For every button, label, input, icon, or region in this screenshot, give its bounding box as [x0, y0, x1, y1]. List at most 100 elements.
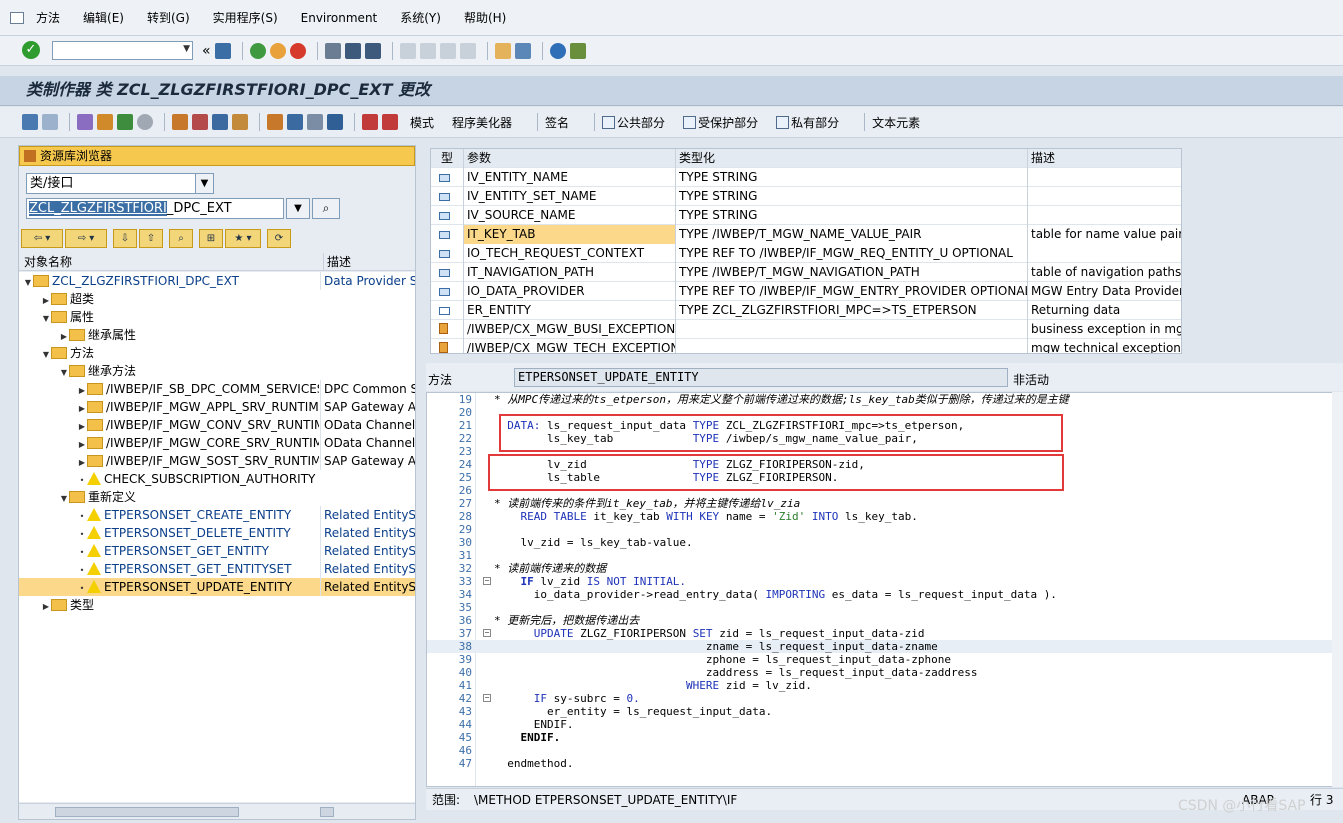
menu-environment[interactable]: Environment	[301, 11, 378, 25]
collapse-icon[interactable]: «	[202, 43, 211, 59]
tree-row-interface[interactable]: ▶/IWBEP/IF_MGW_CONV_SRV_RUNTIME OData Ch…	[19, 416, 415, 434]
print-icon[interactable]	[324, 43, 341, 59]
find-button[interactable]: ⌕	[169, 228, 193, 248]
command-field[interactable]: ▼	[52, 41, 193, 60]
tree-row-interface[interactable]: ▶/IWBEP/IF_MGW_CORE_SRV_RUNTIME OData Ch…	[19, 434, 415, 452]
session-breakpoint-icon[interactable]	[382, 114, 398, 130]
tree-row-inherited-methods[interactable]: ▼ 继承方法	[19, 362, 415, 380]
table-row-selected[interactable]: IT_KEY_TAB TYPE /IWBEP/T_MGW_NAME_VALUE_…	[431, 225, 1181, 244]
save-icon[interactable]	[214, 43, 231, 59]
check-icon[interactable]	[97, 114, 113, 130]
stack-icon[interactable]	[287, 114, 303, 130]
display-object-icon[interactable]	[232, 114, 248, 130]
activate-icon[interactable]	[117, 114, 133, 130]
up-level-button[interactable]: ⇩	[113, 228, 137, 248]
tree-icon-button[interactable]: ⊞	[199, 228, 223, 248]
previous-page-icon[interactable]	[419, 43, 436, 59]
tree-row-interface[interactable]: ▶/IWBEP/IF_MGW_SOST_SRV_RUNTIME SAP Gate…	[19, 452, 415, 470]
help-icon[interactable]	[549, 43, 566, 59]
scrollbar-thumb[interactable]	[55, 807, 239, 817]
table-row[interactable]: IT_NAVIGATION_PATH TYPE /IWBEP/T_MGW_NAV…	[431, 263, 1181, 282]
table-row[interactable]: /IWBEP/CX_MGW_TECH_EXCEPTION mgw technic…	[431, 339, 1181, 353]
exit-icon[interactable]	[269, 43, 286, 59]
menu-help[interactable]: 帮助(H)	[464, 9, 506, 26]
abap-code-editor[interactable]: 19 * 从MPC传递过来的ts_etperson，用来定义整个前端传递过来的数据…	[426, 392, 1343, 787]
table-row[interactable]: ER_ENTITY TYPE ZCL_ZLGZFIRSTFIORI_MPC=>T…	[431, 301, 1181, 320]
signature-button[interactable]: 签名	[545, 114, 569, 131]
tree-row-method[interactable]: • ETPERSONSET_CREATE_ENTITY Related Entit…	[19, 506, 415, 524]
pencil-icon[interactable]	[192, 114, 208, 130]
down-level-button[interactable]: ⇧	[139, 228, 163, 248]
tree-row-methods[interactable]: ▼ 方法	[19, 344, 415, 362]
info-icon[interactable]	[327, 114, 343, 130]
table-row[interactable]: IV_SOURCE_NAME TYPE STRING	[431, 206, 1181, 225]
horizontal-splitter[interactable]	[426, 354, 1343, 362]
fold-marker-icon[interactable]: −	[483, 694, 491, 702]
menu-edit[interactable]: 编辑(E)	[83, 9, 124, 26]
table-row[interactable]: IV_ENTITY_NAME TYPE STRING	[431, 168, 1181, 187]
object-type-select[interactable]: 类/接口 ▼	[26, 173, 214, 194]
last-page-icon[interactable]	[459, 43, 476, 59]
repository-browser-header[interactable]: 资源库浏览器	[19, 146, 415, 166]
back-icon[interactable]	[249, 43, 266, 59]
tree-row-attributes[interactable]: ▼ 属性	[19, 308, 415, 326]
tree-row-method[interactable]: • CHECK_SUBSCRIPTION_AUTHORITY	[19, 470, 415, 488]
next-object-button[interactable]: ⇨ ▾	[65, 228, 107, 248]
window-menu-icon[interactable]	[10, 11, 24, 24]
tree-row-method[interactable]: • ETPERSONSET_GET_ENTITYSET Related Entit…	[19, 560, 415, 578]
display-change-icon[interactable]	[77, 114, 93, 130]
find-icon[interactable]	[344, 43, 361, 59]
table-row[interactable]: IV_ENTITY_SET_NAME TYPE STRING	[431, 187, 1181, 206]
tree-row-interface[interactable]: ▶/IWBEP/IF_SB_DPC_COMM_SERVICES DPC Comm…	[19, 380, 415, 398]
hierarchy-icon[interactable]	[267, 114, 283, 130]
pattern-button[interactable]: 模式	[410, 114, 434, 131]
find-next-icon[interactable]	[364, 43, 381, 59]
protected-section-button[interactable]: 受保护部分	[698, 114, 758, 131]
table-row[interactable]: IO_TECH_REQUEST_CONTEXT TYPE REF TO /IWB…	[431, 244, 1181, 263]
tree-row-redefinitions[interactable]: ▼ 重新定义	[19, 488, 415, 506]
object-list-icon[interactable]	[172, 114, 188, 130]
text-elements-button[interactable]: 文本元素	[872, 114, 920, 131]
shortcut-icon[interactable]	[514, 43, 531, 59]
chevron-down-icon[interactable]: ▼	[183, 44, 190, 54]
col-description[interactable]: 描述	[323, 253, 415, 271]
fold-marker-icon[interactable]: −	[483, 577, 491, 585]
col-parameter[interactable]: 参数	[464, 149, 676, 168]
private-section-button[interactable]: 私有部分	[791, 114, 839, 131]
tree-row-interface[interactable]: ▶/IWBEP/IF_MGW_APPL_SRV_RUNTIME SAP Gate…	[19, 398, 415, 416]
expand-right-icon[interactable]: ▶	[41, 598, 51, 616]
pretty-printer-button[interactable]: 程序美化器	[452, 114, 512, 131]
panel-splitter[interactable]	[418, 145, 426, 820]
navigation-window-icon[interactable]	[212, 114, 228, 130]
tree-row-method-selected[interactable]: • ETPERSONSET_UPDATE_ENTITY Related Entit…	[19, 578, 415, 596]
tree-row-superclass[interactable]: ▶ 超类	[19, 290, 415, 308]
forward-arrow-icon[interactable]	[42, 114, 58, 130]
col-type-kind[interactable]: 型	[431, 149, 464, 168]
menu-method[interactable]: 方法	[36, 9, 60, 26]
tree-row-method[interactable]: •ETPERSONSET_GET_ENTITY Related EntitySe…	[19, 542, 415, 560]
window-icon[interactable]	[307, 114, 323, 130]
object-name-input[interactable]: ZCL_ZLGZFIRSTFIORI_DPC_EXT	[26, 198, 284, 219]
display-glasses-button[interactable]: ⌕	[312, 198, 340, 219]
next-page-icon[interactable]	[439, 43, 456, 59]
breakpoint-icon[interactable]	[362, 114, 378, 130]
table-row[interactable]: /IWBEP/CX_MGW_BUSI_EXCEPTION business ex…	[431, 320, 1181, 339]
table-row[interactable]: IO_DATA_PROVIDER TYPE REF TO /IWBEP/IF_M…	[431, 282, 1181, 301]
col-typing[interactable]: 类型化	[676, 149, 1028, 168]
refresh-button[interactable]: ⟳	[267, 228, 291, 248]
menu-goto[interactable]: 转到(G)	[147, 9, 190, 26]
customize-layout-icon[interactable]	[569, 43, 586, 59]
chevron-down-icon[interactable]: ▼	[195, 174, 213, 193]
object-name-history-button[interactable]: ▼	[286, 198, 310, 219]
tree-row-class[interactable]: ▼ ZCL_ZLGZFIRSTFIORI_DPC_EXT Data Provide…	[19, 272, 415, 290]
tree-row-types[interactable]: ▶ 类型	[19, 596, 415, 614]
col-object-name[interactable]: 对象名称	[24, 253, 72, 271]
menu-system[interactable]: 系统(Y)	[400, 9, 441, 26]
first-page-icon[interactable]	[399, 43, 416, 59]
back-arrow-icon[interactable]	[22, 114, 38, 130]
enter-check-icon[interactable]: ✓	[22, 41, 40, 59]
fold-marker-icon[interactable]: −	[483, 629, 491, 637]
menu-utilities[interactable]: 实用程序(S)	[213, 9, 278, 26]
scrollbar-thumb[interactable]	[320, 807, 334, 817]
col-description[interactable]: 描述	[1028, 149, 1181, 168]
